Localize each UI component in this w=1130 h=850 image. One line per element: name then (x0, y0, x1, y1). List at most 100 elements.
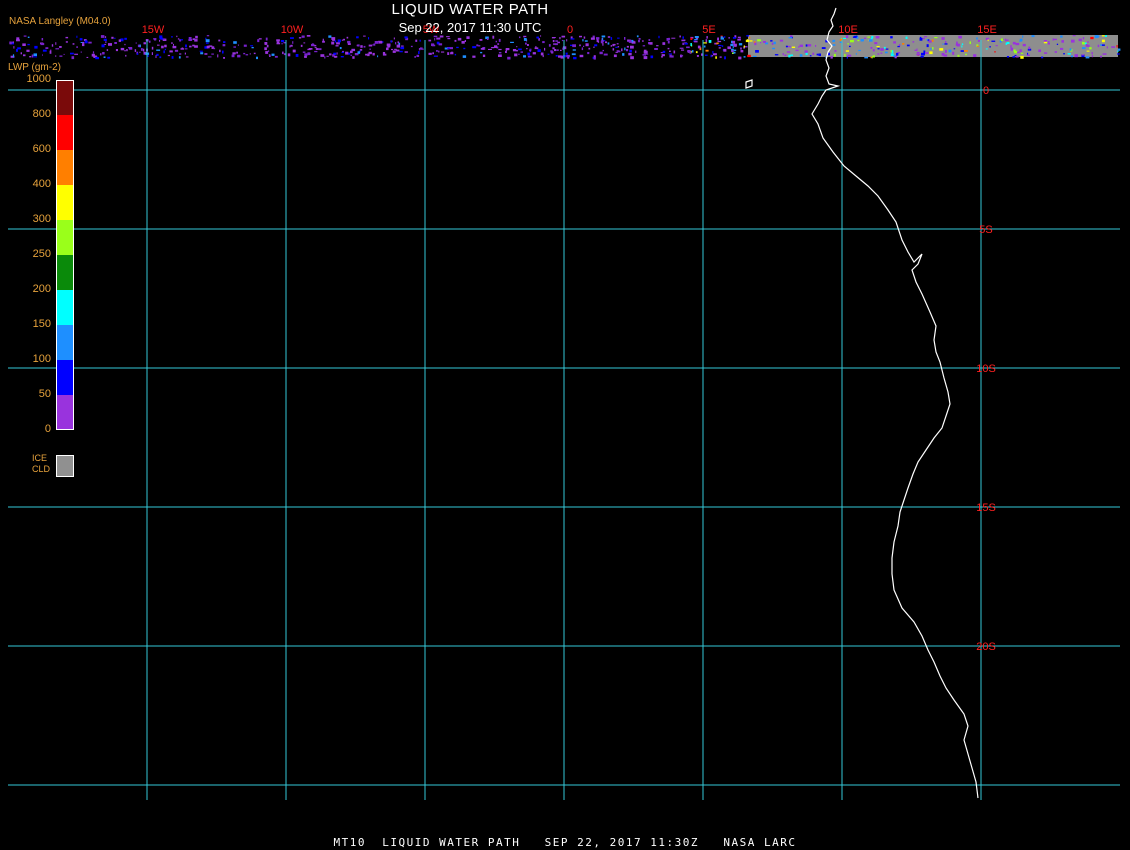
swath-pixel (740, 47, 742, 50)
swath-pixel (357, 44, 360, 47)
swath-pixel (249, 53, 251, 55)
swath-pixel (532, 52, 536, 55)
swath-pixel (612, 48, 615, 51)
swath-pixel (251, 47, 254, 49)
swath-pixel (114, 42, 117, 44)
swath-pixel (1067, 53, 1071, 55)
swath-pixel (439, 35, 444, 38)
swath-pixel (1082, 47, 1086, 50)
swath-pixel (139, 44, 141, 48)
swath-pixel (120, 47, 125, 51)
swath-pixel (752, 55, 757, 57)
swath-pixel (189, 45, 192, 48)
swath-pixel (1061, 40, 1064, 43)
legend-label: 250 (32, 248, 51, 260)
swath-pixel (416, 54, 420, 57)
swath-pixel (733, 49, 737, 51)
swath-pixel (520, 51, 523, 53)
island-outline (745, 79, 753, 89)
swath-pixel (850, 39, 854, 43)
swath-pixel (715, 56, 717, 59)
swath-pixel (638, 40, 640, 43)
swath-pixel (852, 36, 857, 38)
swath-pixel (626, 49, 629, 52)
swath-pixel (441, 51, 445, 53)
swath-pixel (505, 51, 507, 53)
swath-pixel (20, 52, 22, 55)
swath-pixel (552, 40, 555, 43)
swath-pixel (124, 37, 127, 40)
swath-pixel (1056, 43, 1059, 45)
swath-pixel (70, 52, 74, 55)
swath-pixel (989, 46, 991, 48)
swath-pixel (607, 42, 610, 45)
swath-pixel (985, 48, 988, 50)
swath-pixel (681, 39, 685, 42)
swath-pixel (958, 35, 962, 39)
swath-pixel (743, 56, 746, 58)
swath-pixel (103, 38, 107, 41)
swath-pixel (782, 53, 784, 56)
swath-pixel (944, 43, 948, 45)
swath-pixel (447, 52, 450, 55)
swath-pixel (704, 54, 708, 56)
swath-pixel (510, 41, 514, 43)
swath-pixel (217, 54, 219, 58)
swath-pixel (941, 37, 945, 40)
swath-pixel (717, 38, 719, 41)
swath-pixel (135, 42, 137, 44)
swath-pixel (367, 53, 370, 57)
swath-pixel (858, 49, 861, 52)
swath-pixel (1060, 47, 1064, 50)
swath-pixel (264, 47, 267, 51)
swath-pixel (140, 48, 143, 51)
swath-pixel (159, 37, 164, 40)
swath-pixel (369, 48, 371, 50)
latitude-label: 15S (976, 502, 996, 514)
swath-pixel (100, 53, 102, 56)
swath-pixel (359, 49, 363, 51)
swath-pixel (1072, 35, 1076, 37)
swath-pixel (1047, 42, 1050, 45)
swath-pixel (237, 54, 241, 58)
swath-pixel (671, 37, 676, 39)
swath-pixel (339, 47, 342, 50)
swath-pixel (142, 48, 145, 52)
swath-pixel (326, 55, 329, 57)
swath-pixel (84, 40, 88, 44)
swath-pixel (387, 44, 391, 48)
swath-pixel (151, 52, 153, 55)
swath-pixel (516, 46, 518, 48)
swath-pixel (404, 36, 408, 39)
swath-pixel (587, 52, 590, 55)
swath-pixel (433, 55, 438, 57)
swath-pixel (111, 36, 114, 39)
swath-pixel (304, 56, 307, 58)
swath-pixel (518, 48, 522, 51)
legend-frame (56, 80, 74, 430)
swath-pixel (525, 42, 527, 45)
swath-pixel (732, 45, 734, 48)
swath-pixel (969, 41, 971, 44)
swath-pixel (804, 50, 808, 53)
swath-pixel (728, 37, 730, 39)
swath-pixel (298, 37, 302, 39)
swath-pixel (26, 49, 30, 52)
swath-pixel (799, 54, 803, 57)
swath-pixel (346, 36, 349, 39)
swath-pixel (658, 35, 660, 39)
swath-pixel (51, 44, 54, 47)
swath-pixel (1082, 41, 1085, 45)
swath-pixel (579, 44, 581, 47)
swath-pixel (523, 38, 527, 41)
swath-pixel (843, 37, 846, 39)
swath-pixel (931, 39, 934, 42)
swath-pixel (1013, 49, 1016, 52)
swath-pixel (497, 43, 500, 45)
swath-pixel (498, 54, 502, 57)
swath-pixel (987, 39, 989, 42)
swath-pixel (934, 37, 938, 39)
swath-pixel (583, 45, 585, 47)
swath-pixel (49, 50, 52, 54)
swath-pixel (570, 38, 575, 40)
